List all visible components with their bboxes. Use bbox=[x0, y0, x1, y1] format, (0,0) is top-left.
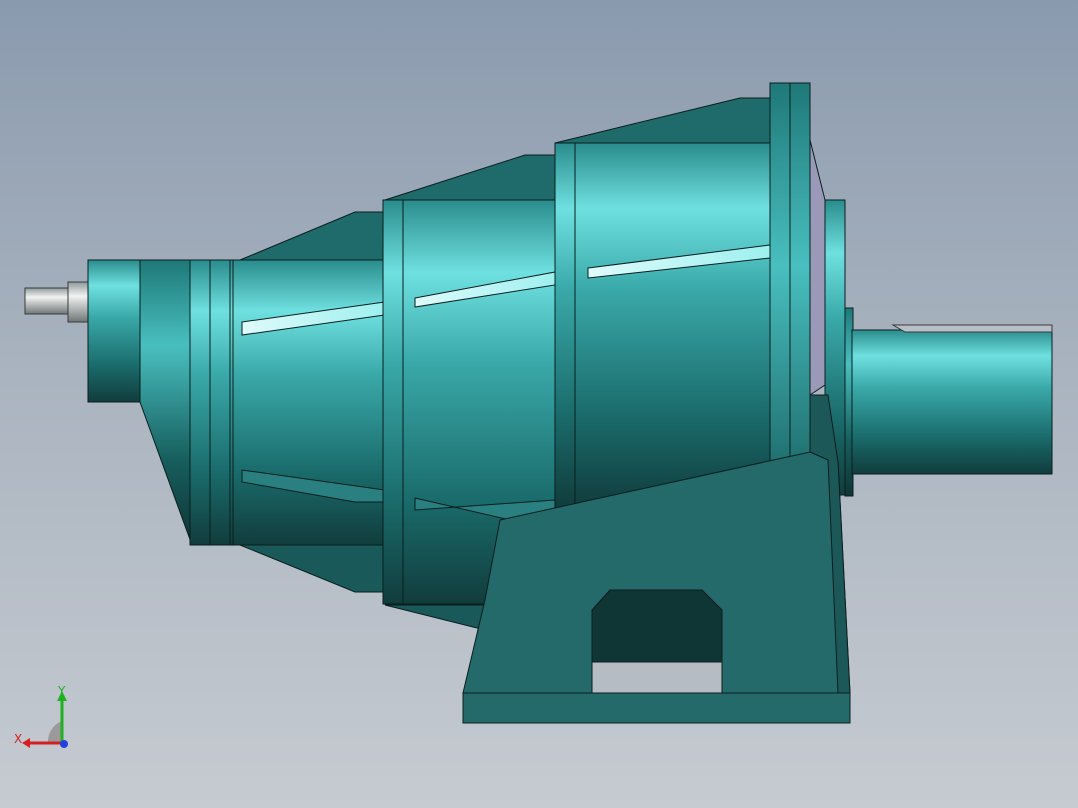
stage-3-housing[interactable] bbox=[554, 97, 776, 509]
y-axis-label: Y bbox=[57, 685, 66, 698]
3d-viewport[interactable]: Y X bbox=[0, 0, 1078, 808]
x-axis-label: X bbox=[14, 732, 22, 746]
input-shaft[interactable] bbox=[24, 281, 91, 323]
orientation-triad: Y X bbox=[14, 685, 68, 748]
input-housing[interactable] bbox=[87, 259, 236, 546]
triad-arc bbox=[47, 721, 62, 743]
output-shaft[interactable] bbox=[851, 324, 1053, 475]
stage-1-housing[interactable] bbox=[232, 211, 386, 593]
z-axis-dot bbox=[60, 740, 68, 748]
gearbox-model[interactable] bbox=[0, 0, 1078, 808]
